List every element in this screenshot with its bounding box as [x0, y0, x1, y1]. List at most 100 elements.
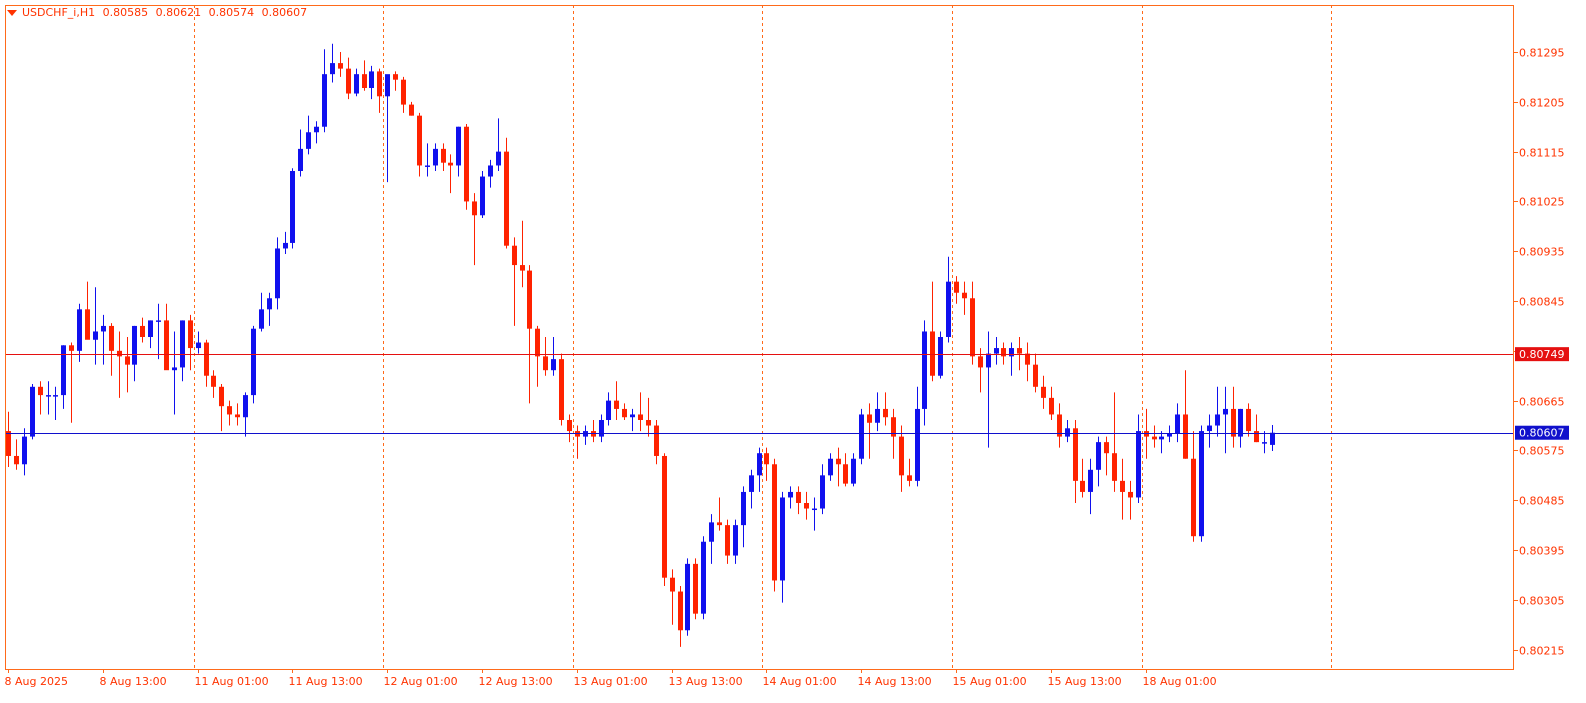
- open-price: 0.80585: [102, 6, 149, 19]
- candle-body: [362, 74, 367, 88]
- candle-body: [338, 63, 343, 69]
- candle-body: [788, 491, 793, 498]
- candle-body: [527, 270, 532, 329]
- candle-body: [693, 563, 698, 614]
- candle-body: [393, 74, 398, 80]
- x-tick-label: 15 Aug 13:00: [1048, 675, 1122, 688]
- candle-body: [946, 281, 951, 337]
- candle-body: [1009, 348, 1014, 357]
- candle-body: [1041, 386, 1046, 398]
- candle-body: [512, 245, 517, 266]
- candle-body: [1073, 428, 1078, 481]
- candle-body: [1191, 458, 1196, 537]
- candle-body: [441, 148, 446, 163]
- candle-body: [6, 431, 11, 456]
- candle-body: [867, 414, 872, 423]
- y-tick-label: 0.80665: [1519, 396, 1565, 409]
- candle-body: [251, 328, 256, 396]
- x-tick-label: 8 Aug 2025: [5, 675, 68, 688]
- low-price: 0.80574: [208, 6, 255, 19]
- candle-body: [883, 408, 888, 418]
- candle-body: [1183, 414, 1188, 459]
- candle-body: [306, 132, 311, 149]
- candle-body: [543, 356, 548, 371]
- candle-body: [496, 151, 501, 166]
- candle-body: [219, 386, 224, 407]
- candle-body: [283, 242, 288, 249]
- candle-body: [267, 298, 272, 310]
- candle-body: [456, 126, 461, 166]
- candle-body: [148, 320, 153, 337]
- candle-body: [559, 359, 564, 420]
- candle-body: [1128, 491, 1133, 498]
- candle-body: [433, 148, 438, 166]
- candle-body: [38, 386, 43, 396]
- candle-body: [385, 74, 390, 97]
- candle-body: [764, 453, 769, 465]
- candle-body: [749, 475, 754, 492]
- candle-body: [828, 458, 833, 476]
- candle-body: [85, 309, 90, 340]
- x-tick-label: 12 Aug 01:00: [384, 675, 458, 688]
- price-chart[interactable]: 0.81295 0.81205 0.81115 0.81025 0.80935 0.808…: [0, 0, 1586, 703]
- candle-body: [1017, 348, 1022, 354]
- high-price: 0.80621: [155, 6, 202, 19]
- candle-body: [701, 541, 706, 614]
- candle-body: [820, 475, 825, 509]
- candle-body: [1096, 442, 1101, 470]
- blue-price-label: 0.80607: [1519, 427, 1565, 440]
- candle-body: [520, 265, 525, 271]
- candle-body: [836, 458, 841, 465]
- y-tick-label: 0.80935: [1519, 246, 1565, 259]
- candle-body: [53, 395, 58, 397]
- candle-body: [670, 577, 675, 592]
- candle-body: [599, 420, 604, 437]
- candle-body: [109, 325, 114, 351]
- candle-body: [994, 348, 999, 354]
- candle-body: [504, 151, 509, 246]
- candle-body: [377, 71, 382, 97]
- candle-body: [30, 386, 35, 437]
- candle-body: [757, 453, 762, 476]
- close-price: 0.80607: [261, 6, 308, 19]
- candle-body: [646, 420, 651, 426]
- y-tick-label: 0.81115: [1519, 147, 1565, 160]
- candle-body: [346, 68, 351, 94]
- x-tick-label: 14 Aug 13:00: [858, 675, 932, 688]
- candle-body: [1080, 480, 1085, 492]
- candle-body: [938, 337, 943, 376]
- candle-body: [725, 525, 730, 556]
- candle-body: [180, 320, 185, 368]
- x-tick-label: 18 Aug 01:00: [1143, 675, 1217, 688]
- candle-body: [22, 436, 27, 465]
- candle-body: [1254, 431, 1259, 443]
- candle-body: [851, 458, 856, 484]
- candle-body: [196, 342, 201, 349]
- candle-body: [843, 464, 848, 484]
- candle-body: [480, 176, 485, 216]
- candle-body: [1215, 414, 1220, 426]
- candle-body: [804, 503, 809, 509]
- x-tick-label: 13 Aug 01:00: [574, 675, 648, 688]
- candle-body: [962, 292, 967, 299]
- x-tick-label: 11 Aug 01:00: [195, 675, 269, 688]
- y-tick-label: 0.80305: [1519, 595, 1565, 608]
- candle-body: [1167, 433, 1172, 437]
- candle-body: [472, 201, 477, 216]
- candle-body: [654, 425, 659, 456]
- candle-body: [709, 522, 714, 542]
- candle-body: [243, 395, 248, 418]
- candle-body: [330, 63, 335, 75]
- candle-body: [1199, 431, 1204, 537]
- candle-body: [614, 400, 619, 409]
- candle-body: [1033, 364, 1038, 387]
- collapse-arrow-icon[interactable]: [7, 10, 17, 16]
- candle-body: [741, 491, 746, 526]
- candle-body: [630, 414, 635, 418]
- candle-body: [567, 420, 572, 432]
- candle-body: [717, 522, 722, 526]
- candle-body: [46, 395, 51, 397]
- chart-window[interactable]: 0.81295 0.81205 0.81115 0.81025 0.80935 0.808…: [0, 0, 1586, 703]
- candle-body: [275, 248, 280, 299]
- candle-body: [61, 345, 66, 396]
